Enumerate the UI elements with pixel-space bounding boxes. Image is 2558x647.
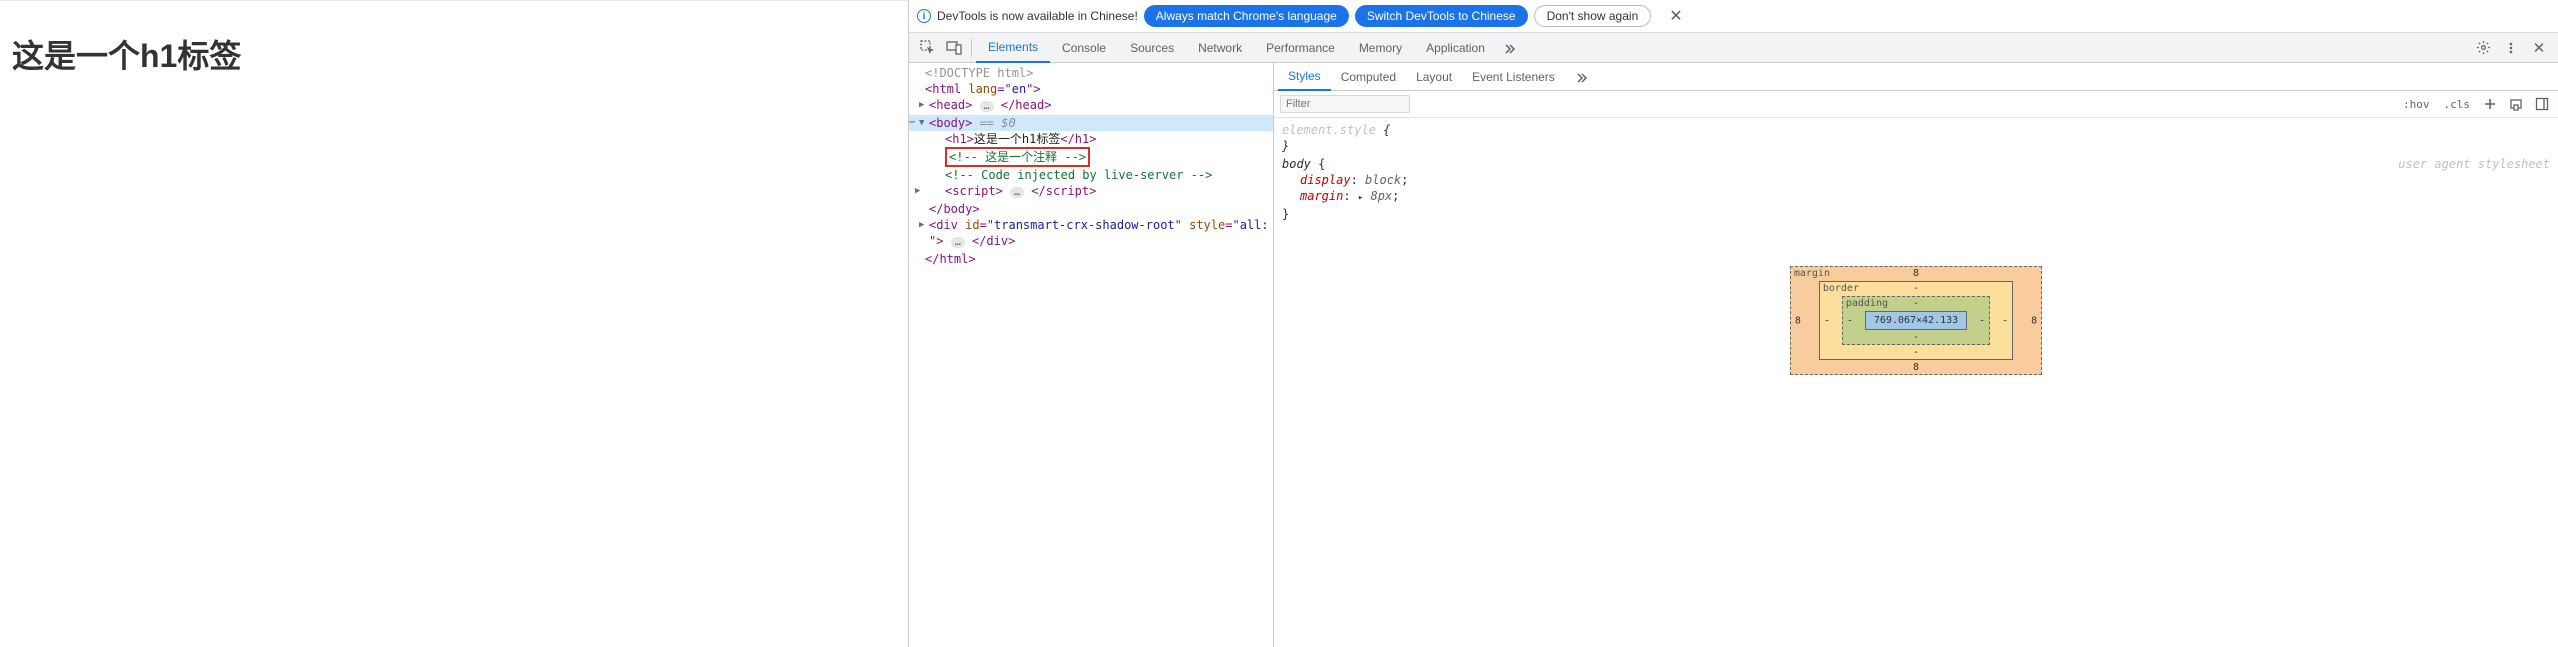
tab-network[interactable]: Network — [1186, 34, 1254, 62]
devtools-toolbar: Elements Console Sources Network Perform… — [909, 33, 2558, 63]
styles-filter-input[interactable] — [1280, 95, 1410, 113]
expand-triangle-icon[interactable]: ▶ — [919, 217, 924, 233]
box-model-margin[interactable]: margin 8 8 8 8 border - - - - — [1790, 266, 2042, 375]
tab-memory[interactable]: Memory — [1347, 34, 1414, 62]
banner-close-icon[interactable]: ✕ — [1663, 6, 1688, 26]
expand-triangle-icon[interactable]: ▶ — [919, 97, 924, 113]
more-tabs-icon[interactable] — [1497, 35, 1523, 61]
expand-shorthand-icon[interactable]: ▸ — [1358, 193, 1363, 203]
rule-body[interactable]: user agent stylesheet body { display: bl… — [1282, 156, 2550, 222]
print-media-icon[interactable] — [2506, 94, 2526, 114]
styles-tabs: Styles Computed Layout Event Listeners — [1274, 63, 2558, 91]
computed-sidebar-icon[interactable] — [2532, 94, 2552, 114]
dom-body-open[interactable]: ⋯▼<body> == $0 — [909, 115, 1273, 131]
gutter-dots-icon[interactable]: ⋯ — [909, 115, 915, 131]
app-root: 这是一个h1标签 i DevTools is now available in … — [0, 0, 2558, 647]
styles-rules[interactable]: element.style { } user agent stylesheet … — [1274, 118, 2558, 228]
inspect-element-icon[interactable] — [915, 35, 941, 61]
devtools-body: <!DOCTYPE html> <html lang="en"> ▶<head>… — [909, 63, 2558, 647]
toolbar-separator — [971, 39, 972, 57]
dom-comment-highlighted[interactable]: <!-- 这是一个注释 --> — [909, 147, 1273, 167]
toolbar-right: ✕ — [2470, 35, 2552, 61]
box-model-content[interactable]: 769.067×42.133 — [1865, 311, 1967, 330]
tab-elements[interactable]: Elements — [976, 33, 1050, 63]
rule-origin: user agent stylesheet — [2398, 156, 2550, 172]
border-bottom: - — [1913, 347, 1919, 358]
tab-application[interactable]: Application — [1414, 34, 1497, 62]
box-model-padding[interactable]: padding - - - - 769.067×42.133 — [1842, 296, 1990, 345]
elements-tree[interactable]: <!DOCTYPE html> <html lang="en"> ▶<head>… — [909, 63, 1274, 647]
settings-gear-icon[interactable] — [2470, 35, 2496, 61]
styles-tab-layout[interactable]: Layout — [1406, 64, 1462, 90]
dom-body-close[interactable]: </body> — [909, 201, 1273, 217]
dom-div-shadow[interactable]: ▶<div id="transmart-crx-shadow-root" sty… — [909, 217, 1273, 233]
dom-script[interactable]: ▶<script> … </script> — [909, 183, 1273, 201]
margin-right: 8 — [2031, 315, 2037, 326]
dom-head[interactable]: ▶<head> … </head> — [909, 97, 1273, 115]
padding-left: - — [1847, 315, 1853, 326]
styles-tab-computed[interactable]: Computed — [1331, 64, 1406, 90]
tab-sources[interactable]: Sources — [1118, 34, 1186, 62]
ellipsis-icon[interactable]: … — [951, 237, 965, 248]
dont-show-again-button[interactable]: Don't show again — [1534, 5, 1652, 27]
padding-label: padding — [1846, 298, 1888, 309]
padding-bottom: - — [1913, 332, 1919, 343]
margin-top: 8 — [1913, 268, 1919, 279]
styles-filter-bar: :hov .cls — [1274, 91, 2558, 118]
tab-performance[interactable]: Performance — [1254, 34, 1347, 62]
margin-left: 8 — [1795, 315, 1801, 326]
dom-div-shadow-cont[interactable]: "> … </div> — [909, 233, 1273, 251]
border-left: - — [1824, 315, 1830, 326]
kebab-menu-icon[interactable] — [2498, 35, 2524, 61]
devtools-panel: i DevTools is now available in Chinese! … — [908, 0, 2558, 647]
switch-devtools-button[interactable]: Switch DevTools to Chinese — [1355, 5, 1528, 27]
margin-bottom: 8 — [1913, 362, 1919, 373]
expand-triangle-icon[interactable]: ▶ — [915, 183, 920, 199]
box-model-border[interactable]: border - - - - padding - - - — [1819, 281, 2013, 360]
styles-panel: Styles Computed Layout Event Listeners :… — [1274, 63, 2558, 647]
page-h1: 这是一个h1标签 — [12, 31, 896, 77]
dom-doctype[interactable]: <!DOCTYPE html> — [909, 65, 1273, 81]
cls-toggle[interactable]: .cls — [2440, 96, 2475, 113]
always-match-button[interactable]: Always match Chrome's language — [1144, 5, 1349, 27]
rendered-page: 这是一个h1标签 — [0, 0, 908, 647]
info-icon: i — [917, 9, 931, 23]
dom-html-open[interactable]: <html lang="en"> — [909, 81, 1273, 97]
new-style-rule-icon[interactable] — [2480, 94, 2500, 114]
styles-tab-event-listeners[interactable]: Event Listeners — [1462, 64, 1565, 90]
dom-comment-liveserver[interactable]: <!-- Code injected by live-server --> — [909, 167, 1273, 183]
styles-tab-styles[interactable]: Styles — [1278, 63, 1331, 91]
banner-message: DevTools is now available in Chinese! — [937, 9, 1138, 23]
padding-top: - — [1913, 298, 1919, 309]
styles-more-tabs-icon[interactable] — [1569, 70, 1595, 84]
dom-html-close[interactable]: </html> — [909, 251, 1273, 267]
margin-label: margin — [1794, 268, 1830, 279]
border-top: - — [1913, 283, 1919, 294]
device-toolbar-icon[interactable] — [941, 35, 967, 61]
box-model: margin 8 8 8 8 border - - - - — [1274, 228, 2558, 375]
padding-right: - — [1979, 315, 1985, 326]
border-label: border — [1823, 283, 1859, 294]
collapse-triangle-icon[interactable]: ▼ — [919, 115, 924, 131]
border-right: - — [2002, 315, 2008, 326]
dom-h1[interactable]: <h1>这是一个h1标签</h1> — [909, 131, 1273, 147]
hov-toggle[interactable]: :hov — [2399, 96, 2434, 113]
ellipsis-icon[interactable]: … — [980, 101, 994, 112]
devtools-close-icon[interactable]: ✕ — [2526, 35, 2552, 61]
tab-console[interactable]: Console — [1050, 34, 1118, 62]
rule-element-style[interactable]: element.style { } — [1282, 122, 2550, 154]
ellipsis-icon[interactable]: … — [1010, 187, 1024, 198]
language-banner: i DevTools is now available in Chinese! … — [909, 0, 2558, 33]
